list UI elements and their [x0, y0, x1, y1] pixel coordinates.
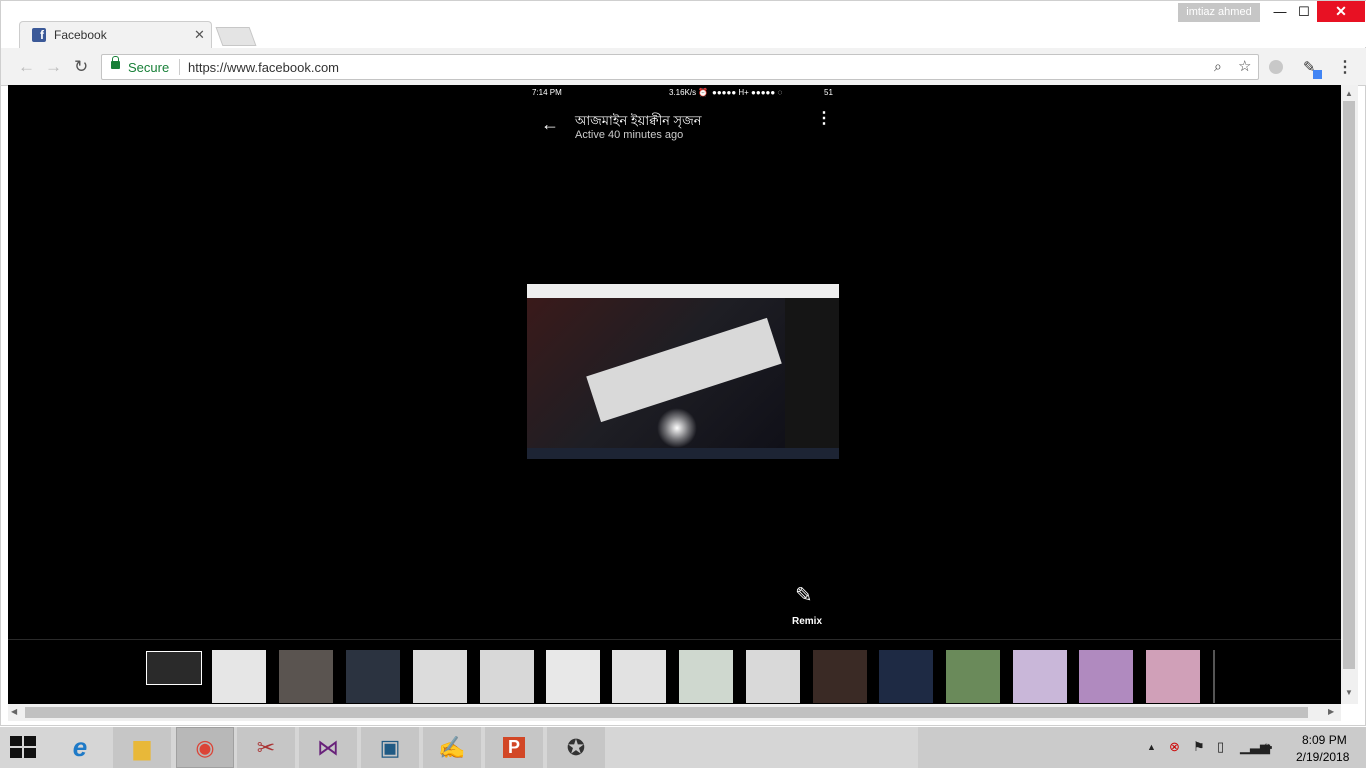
show-hidden-icons-icon[interactable]: ▲: [1147, 742, 1156, 752]
filmstrip-thumbnail[interactable]: [813, 650, 867, 703]
taskbar-visual-studio-button[interactable]: ⋈: [299, 727, 357, 768]
remix-button[interactable]: Remix: [792, 616, 822, 627]
extension-badge: [1313, 70, 1322, 79]
flag-tray-icon[interactable]: ⚑: [1193, 739, 1205, 755]
photo-browser-bar: [527, 284, 839, 298]
title-bar: imtiaz ahmed — ☐ ✕ f Facebook ✕: [1, 1, 1366, 48]
taskbar-paint-button[interactable]: ✂: [237, 727, 295, 768]
security-tray-icon[interactable]: ⊗: [1169, 739, 1180, 755]
taskbar-chrome-button[interactable]: ◉: [176, 727, 234, 768]
omnibox-divider: [179, 59, 180, 75]
horizontal-scroll-thumb[interactable]: [25, 707, 1308, 718]
taskbar-network-app-button[interactable]: ✪: [547, 727, 605, 768]
windows-logo-icon: [24, 736, 36, 746]
taskbar-powerpoint-button[interactable]: P: [485, 727, 543, 768]
vertical-scrollbar[interactable]: ▲ ▼: [1341, 85, 1358, 704]
taskbar-ie-button[interactable]: e: [51, 727, 109, 768]
profile-button[interactable]: imtiaz ahmed: [1178, 3, 1260, 22]
browser-menu-icon[interactable]: ⋮: [1337, 57, 1353, 77]
back-button[interactable]: ←: [18, 57, 35, 77]
clock-date[interactable]: 2/19/2018: [1296, 750, 1349, 764]
filmstrip-thumbnail[interactable]: [1013, 650, 1067, 703]
forward-button[interactable]: →: [45, 57, 62, 77]
close-window-button[interactable]: ✕: [1317, 1, 1365, 22]
zoom-icon[interactable]: ⌕: [1214, 58, 1222, 75]
filmstrip-thumbnail[interactable]: [879, 650, 933, 703]
phone-status-bar: 7:14 PM 3.16K/s ⏰ ●●●●● H+ ●●●●● ◌ 51: [532, 88, 838, 100]
bookmark-star-icon[interactable]: ☆: [1238, 57, 1251, 75]
filmstrip-thumbnail[interactable]: [1079, 650, 1133, 703]
tab-title: Facebook: [54, 28, 107, 42]
lock-icon: [111, 56, 120, 69]
windows-logo-icon: [10, 748, 22, 758]
photo-paper-note: [586, 317, 782, 423]
ie-icon: e: [72, 732, 88, 762]
horizontal-scrollbar[interactable]: ◀ ▶: [8, 704, 1341, 721]
photo-viewer: 7:14 PM 3.16K/s ⏰ ●●●●● H+ ●●●●● ◌ 51 ← …: [8, 85, 1341, 704]
status-battery: 51: [824, 88, 833, 97]
photo-taskbar: [527, 448, 839, 459]
taskbar-notepad-plus-button[interactable]: ✍: [423, 727, 481, 768]
volume-tray-icon[interactable]: 🕪: [1264, 739, 1272, 755]
address-bar[interactable]: Secure https://www.facebook.com ⌕ ☆: [101, 54, 1259, 80]
filmstrip-thumbnail[interactable]: [212, 650, 266, 703]
browser-toolbar: ← → ↻ Secure https://www.facebook.com ⌕ …: [1, 48, 1366, 86]
remix-pencil-icon[interactable]: ✎: [795, 583, 813, 608]
visual-studio-icon: ⋈: [317, 734, 339, 760]
status-speed: 3.16K/s ⏰: [669, 88, 709, 97]
paint-icon: ✂: [256, 734, 276, 760]
new-tab-button[interactable]: [215, 27, 257, 46]
clock-time[interactable]: 8:09 PM: [1302, 733, 1347, 747]
facebook-favicon-icon: f: [32, 28, 46, 42]
network-app-icon: ✪: [566, 734, 586, 760]
brackets-icon: ▣: [379, 734, 401, 760]
tab-close-icon[interactable]: ✕: [194, 27, 205, 43]
windows-logo-icon: [24, 748, 36, 758]
filmstrip-thumbnail[interactable]: [746, 650, 800, 703]
extension-icon[interactable]: [1269, 60, 1283, 74]
photo-flash-glare: [657, 408, 697, 448]
scroll-up-icon[interactable]: ▲: [1345, 89, 1353, 98]
taskbar-explorer-button[interactable]: ▆: [113, 727, 171, 768]
filmstrip-thumbnail[interactable]: [546, 650, 600, 703]
tab-facebook[interactable]: f Facebook ✕: [19, 21, 212, 48]
scroll-right-icon[interactable]: ▶: [1328, 707, 1334, 716]
shared-photo[interactable]: [527, 284, 839, 459]
secure-label[interactable]: Secure: [128, 60, 169, 75]
filmstrip-thumbnail[interactable]: [146, 651, 202, 685]
taskbar-brackets-button[interactable]: ▣: [361, 727, 419, 768]
filmstrip-thumbnail[interactable]: [279, 650, 333, 703]
back-arrow-icon: ←: [541, 114, 559, 134]
more-options-icon: ⋮: [816, 110, 832, 127]
explorer-icon: ▆: [133, 734, 151, 760]
photo-side-panel: [785, 298, 839, 448]
battery-tray-icon[interactable]: ▯: [1217, 739, 1224, 755]
scroll-down-icon[interactable]: ▼: [1345, 688, 1353, 697]
status-signal: ●●●●● H+ ●●●●● ◌: [712, 88, 783, 97]
start-button[interactable]: [10, 736, 38, 759]
status-time: 7:14 PM: [532, 88, 562, 97]
filmstrip-thumbnail[interactable]: [413, 650, 467, 703]
notepad-plus-icon: ✍: [438, 734, 466, 760]
filmstrip-thumbnail[interactable]: [612, 650, 666, 703]
url-text[interactable]: https://www.facebook.com: [188, 60, 339, 75]
chrome-icon: ◉: [195, 734, 215, 760]
photo-filmstrip: [8, 639, 1341, 704]
contact-status: Active 40 minutes ago: [575, 129, 684, 141]
vertical-scroll-thumb[interactable]: [1343, 101, 1355, 669]
reload-button[interactable]: ↻: [74, 57, 88, 77]
filmstrip-end-marker: [1213, 650, 1215, 703]
windows-taskbar: ▲ ⊗ ⚑ ▯ ▁▃▅ 🕪 8:09 PM 2/19/2018 e ▆ ◉ ✂ ⋈ ▣ ✍ P…: [0, 727, 1366, 768]
filmstrip-thumbnail[interactable]: [679, 650, 733, 703]
filmstrip-thumbnail[interactable]: [480, 650, 534, 703]
filmstrip-thumbnail[interactable]: [346, 650, 400, 703]
photo-scene: [527, 298, 785, 448]
windows-logo-icon: [10, 736, 22, 746]
filmstrip-thumbnail[interactable]: [946, 650, 1000, 703]
filmstrip-thumbnail[interactable]: [1146, 650, 1200, 703]
powerpoint-icon: P: [502, 737, 525, 758]
scroll-left-icon[interactable]: ◀: [11, 707, 17, 716]
